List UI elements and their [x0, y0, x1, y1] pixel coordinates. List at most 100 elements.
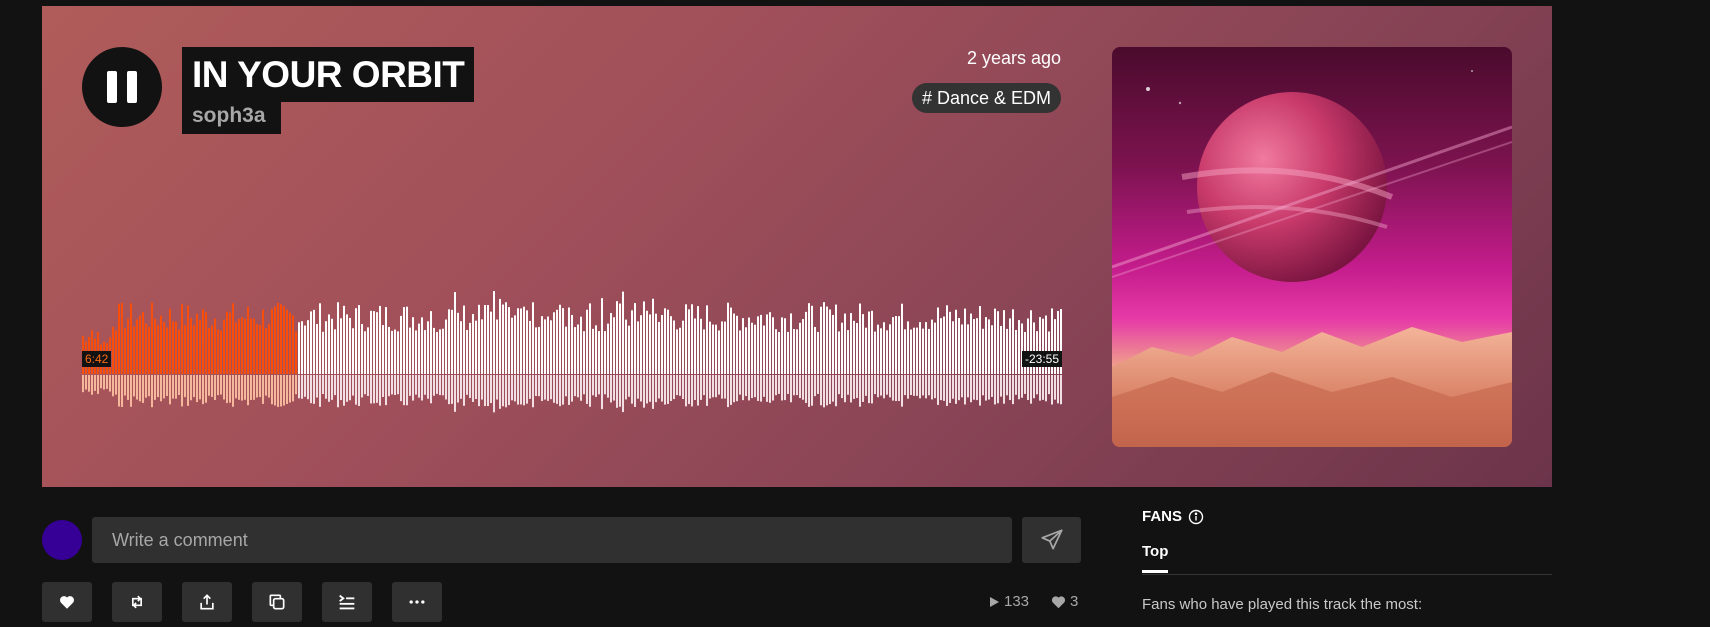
waveform-bar — [343, 305, 345, 374]
waveform-reflection-bar — [340, 375, 342, 401]
waveform-bar — [199, 319, 201, 374]
waveform-bar — [193, 324, 195, 374]
like-button[interactable] — [42, 582, 92, 622]
current-time: 6:42 — [82, 351, 112, 367]
waveform[interactable] — [82, 274, 1064, 414]
waveform-reflection-bar — [661, 375, 663, 402]
waveform-reflection-bar — [520, 375, 522, 405]
waveform-reflection-bar — [283, 375, 285, 406]
waveform-reflection-bar — [100, 375, 102, 389]
waveform-reflection-bar — [808, 375, 810, 407]
waveform-bar — [697, 306, 699, 374]
waveform-bar — [925, 322, 927, 374]
waveform-bar — [646, 310, 648, 374]
waveform-reflection-bar — [526, 375, 528, 404]
waveform-reflection-bar — [748, 375, 750, 401]
waveform-bar — [676, 329, 678, 374]
waveform-bar — [799, 322, 801, 374]
waveform-reflection-bar — [91, 375, 93, 395]
waveform-reflection-bar — [976, 375, 978, 401]
send-comment-button[interactable] — [1022, 517, 1081, 563]
waveform-bar — [190, 317, 192, 374]
waveform-bar — [958, 318, 960, 374]
waveform-bar — [580, 316, 582, 374]
waveform-reflection-bar — [256, 375, 258, 398]
waveform-reflection-bar — [181, 375, 183, 407]
waveform-bar — [379, 305, 381, 374]
waveform-reflection-bar — [211, 375, 213, 397]
waveform-bar — [694, 318, 696, 374]
waveform-reflection-bar — [385, 375, 387, 406]
waveform-reflection-bar — [190, 375, 192, 401]
waveform-bar — [961, 324, 963, 374]
waveform-bar — [154, 318, 156, 374]
waveform-bar — [748, 317, 750, 374]
waveform-bar — [703, 329, 705, 374]
waveform-bar — [760, 314, 762, 374]
waveform-reflection-bar — [574, 375, 576, 397]
waveform-reflection-bar — [433, 375, 435, 396]
track-title[interactable]: IN YOUR ORBIT — [182, 47, 475, 102]
waveform-bar — [940, 318, 942, 374]
waveform-reflection-bar — [1027, 375, 1029, 400]
waveform-reflection-bar — [823, 375, 825, 408]
waveform-reflection-bar — [664, 375, 666, 405]
waveform-reflection-bar — [319, 375, 321, 407]
waveform-bar — [124, 328, 126, 374]
waveform-bar — [472, 313, 474, 374]
waveform-reflection-bar — [1039, 375, 1041, 401]
waveform-bar — [982, 328, 984, 374]
waveform-reflection-bar — [178, 375, 180, 395]
waveform-bar — [877, 324, 879, 374]
more-button[interactable] — [392, 582, 442, 622]
more-icon — [409, 600, 425, 604]
waveform-bar — [319, 303, 321, 374]
waveform-reflection-bar — [751, 375, 753, 399]
waveform-reflection-bar — [280, 375, 282, 407]
waveform-bar — [160, 315, 162, 374]
waveform-reflection-bar — [505, 375, 507, 408]
waveform-reflection-bar — [847, 375, 849, 395]
waveform-reflection-bar — [796, 375, 798, 396]
waveform-bar — [796, 329, 798, 374]
comment-input[interactable]: Write a comment — [92, 517, 1012, 563]
waveform-bar — [997, 311, 999, 374]
avatar[interactable] — [42, 520, 82, 560]
waveform-reflection-bar — [745, 375, 747, 397]
waveform-reflection-bar — [451, 375, 453, 404]
waveform-bar — [979, 306, 981, 374]
waveform-reflection-bar — [682, 375, 684, 399]
share-button[interactable] — [182, 582, 232, 622]
waveform-bar — [778, 331, 780, 374]
track-artist[interactable]: soph3a — [182, 100, 281, 134]
waveform-reflection-bar — [709, 375, 711, 399]
waveform-reflection-bar — [103, 375, 105, 390]
repost-button[interactable] — [112, 582, 162, 622]
waveform-reflection-bar — [1057, 375, 1059, 404]
waveform-reflection-bar — [277, 375, 279, 407]
copy-link-button[interactable] — [252, 582, 302, 622]
waveform-bar — [862, 314, 864, 374]
waveform-reflection-bar — [826, 375, 828, 406]
waveform-reflection-bar — [877, 375, 879, 398]
waveform-reflection-bar — [691, 375, 693, 407]
waveform-bar — [289, 312, 291, 374]
waveform-bar — [235, 322, 237, 374]
waveform-bar — [970, 313, 972, 374]
genre-tag[interactable]: # Dance & EDM — [911, 83, 1061, 113]
waveform-reflection-bar — [655, 375, 657, 403]
waveform-bar — [487, 305, 489, 374]
waveform-reflection-bar — [934, 375, 936, 399]
waveform-bar — [721, 321, 723, 374]
waveform-bar — [271, 309, 273, 374]
waveform-bar — [709, 321, 711, 374]
pause-button[interactable] — [82, 47, 162, 127]
waveform-bar — [733, 313, 735, 374]
tab-divider — [1142, 574, 1552, 575]
waveform-bar — [880, 328, 882, 374]
add-to-queue-button[interactable] — [322, 582, 372, 622]
waveform-bar — [622, 291, 624, 374]
waveform-bar — [847, 330, 849, 374]
info-icon[interactable] — [1188, 509, 1204, 525]
tab-top[interactable]: Top — [1142, 543, 1169, 573]
